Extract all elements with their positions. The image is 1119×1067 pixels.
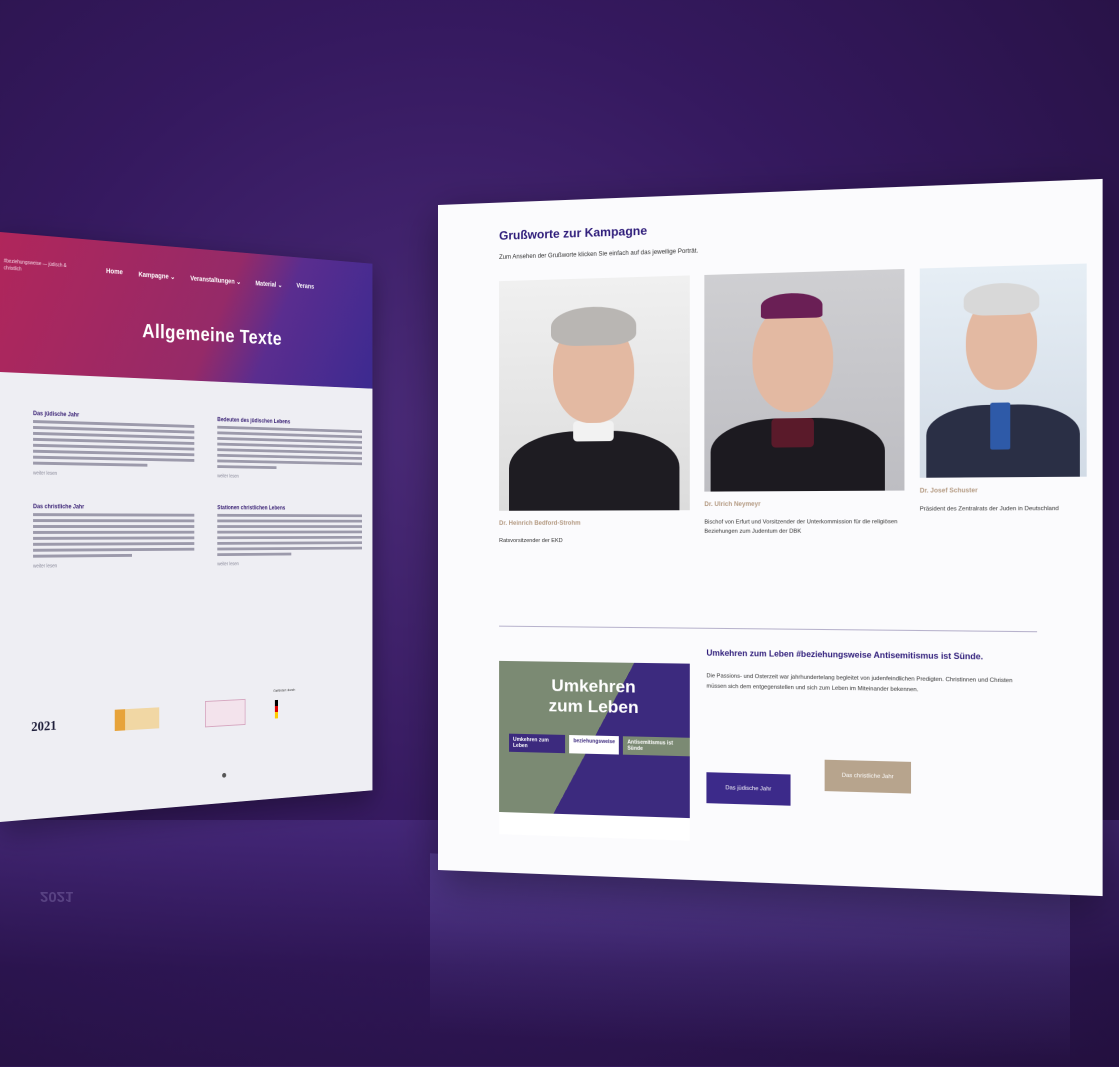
portrait-card[interactable]: Dr. Heinrich Bedford-Strohm Ratsvorsitze…: [499, 275, 690, 546]
portrait-photo[interactable]: [704, 268, 905, 492]
article-column-left: Das jüdische Jahr weiter lesen Das chris…: [33, 411, 195, 597]
portrait-photo[interactable]: [919, 263, 1087, 478]
nav-veranstaltungen[interactable]: Veranstaltungen ⌄: [190, 275, 241, 286]
banner-chip: Umkehren zum Leben: [509, 733, 566, 754]
year-2021-logo[interactable]: 2021: [31, 719, 56, 736]
sponsor-logos: 2021 Gefördert durch: [28, 684, 350, 770]
portrait-photo[interactable]: [499, 275, 690, 511]
person-name[interactable]: Dr. Heinrich Bedford-Strohm: [499, 521, 690, 527]
nav-more[interactable]: Verans: [296, 283, 314, 292]
jewish-year-button[interactable]: Das jüdische Jahr: [706, 772, 791, 806]
article-card: Das christliche Jahr weiter lesen: [33, 504, 195, 570]
article-card: Bedeuten des jüdischen Lebens weiter les…: [217, 417, 363, 482]
christian-year-button[interactable]: Das christliche Jahr: [824, 759, 912, 794]
page-grussworte: Grußworte zur Kampagne Zum Ansehen der G…: [438, 178, 1103, 897]
section-subtitle: Zum Ansehen der Grußworte klicken Sie ei…: [499, 248, 699, 262]
scroll-dot-icon[interactable]: [222, 772, 227, 778]
article-columns: Das jüdische Jahr weiter lesen Das chris…: [33, 411, 363, 597]
person-role: Präsident des Zentralrats der Juden in D…: [919, 505, 1059, 513]
partner-logo-orange[interactable]: [114, 707, 160, 732]
bund-logo[interactable]: Gefördert durch: [273, 685, 327, 747]
read-more-link[interactable]: weiter lesen: [33, 562, 194, 569]
main-nav: Home Kampagne ⌄ Veranstaltungen ⌄ Materi…: [106, 268, 314, 291]
article-column-right: Bedeuten des jüdischen Lebens weiter les…: [217, 417, 363, 593]
read-more-link[interactable]: weiter lesen: [217, 474, 362, 482]
funded-by-label: Gefördert durch: [273, 687, 296, 693]
site-logo[interactable]: #beziehungsweise — jüdisch & christlich: [4, 258, 76, 277]
nav-home[interactable]: Home: [106, 268, 123, 277]
article-excerpt: [33, 420, 195, 468]
campaign-banner-image[interactable]: Umkehren zum Leben Umkehren zum Leben be…: [499, 660, 690, 841]
read-more-link[interactable]: weiter lesen: [33, 471, 194, 479]
page-allgemeine-texte: #beziehungsweise — jüdisch & christlich …: [0, 232, 373, 822]
section-title: Grußworte zur Kampagne: [499, 223, 648, 243]
article-card: Stationen christlichen Lebens weiter les…: [217, 505, 363, 567]
reflected-year-logo: 2021: [40, 888, 74, 905]
portrait-row: Dr. Heinrich Bedford-Strohm Ratsvorsitze…: [499, 263, 1087, 547]
banner-footer-logos: [499, 811, 690, 841]
article-card: Das jüdische Jahr weiter lesen: [33, 411, 195, 479]
nav-material[interactable]: Material ⌄: [255, 280, 282, 290]
nav-kampagne[interactable]: Kampagne ⌄: [138, 271, 175, 281]
person-role: Ratsvorsitzender der EKD: [499, 538, 563, 545]
page-title: Allgemeine Texte: [142, 320, 282, 350]
banner-chips: Umkehren zum Leben beziehungsweise Antis…: [509, 733, 690, 757]
banner-title: Umkehren zum Leben: [499, 675, 690, 719]
article-title[interactable]: Das christliche Jahr: [33, 504, 194, 511]
portrait-card[interactable]: Dr. Josef Schuster Präsident des Zentral…: [919, 263, 1087, 547]
article-excerpt: [33, 513, 195, 558]
read-more-link[interactable]: weiter lesen: [217, 560, 362, 567]
partner-logo-pink[interactable]: [204, 698, 246, 728]
person-name[interactable]: Dr. Ulrich Neymeyr: [704, 501, 904, 508]
article-excerpt: [217, 425, 363, 471]
campaign-text: Die Passions- und Osterzeit war jahrhund…: [706, 673, 1013, 694]
article-excerpt: [217, 513, 363, 557]
flag-icon: [274, 699, 279, 719]
person-role: Bischof von Erfurt und Vorsitzender der …: [704, 519, 898, 535]
person-name[interactable]: Dr. Josef Schuster: [920, 487, 1087, 495]
banner-chip: beziehungsweise: [569, 735, 620, 755]
article-title[interactable]: Stationen christlichen Lebens: [217, 505, 362, 511]
banner-title-line: zum Leben: [548, 696, 639, 718]
hero-banner: #beziehungsweise — jüdisch & christlich …: [0, 232, 373, 389]
campaign-title: Umkehren zum Leben #beziehungsweise Anti…: [706, 648, 984, 662]
portrait-card[interactable]: Dr. Ulrich Neymeyr Bischof von Erfurt un…: [704, 268, 905, 546]
section-divider: [499, 625, 1038, 633]
banner-chip: Antisemitismus ist Sünde: [623, 736, 690, 757]
